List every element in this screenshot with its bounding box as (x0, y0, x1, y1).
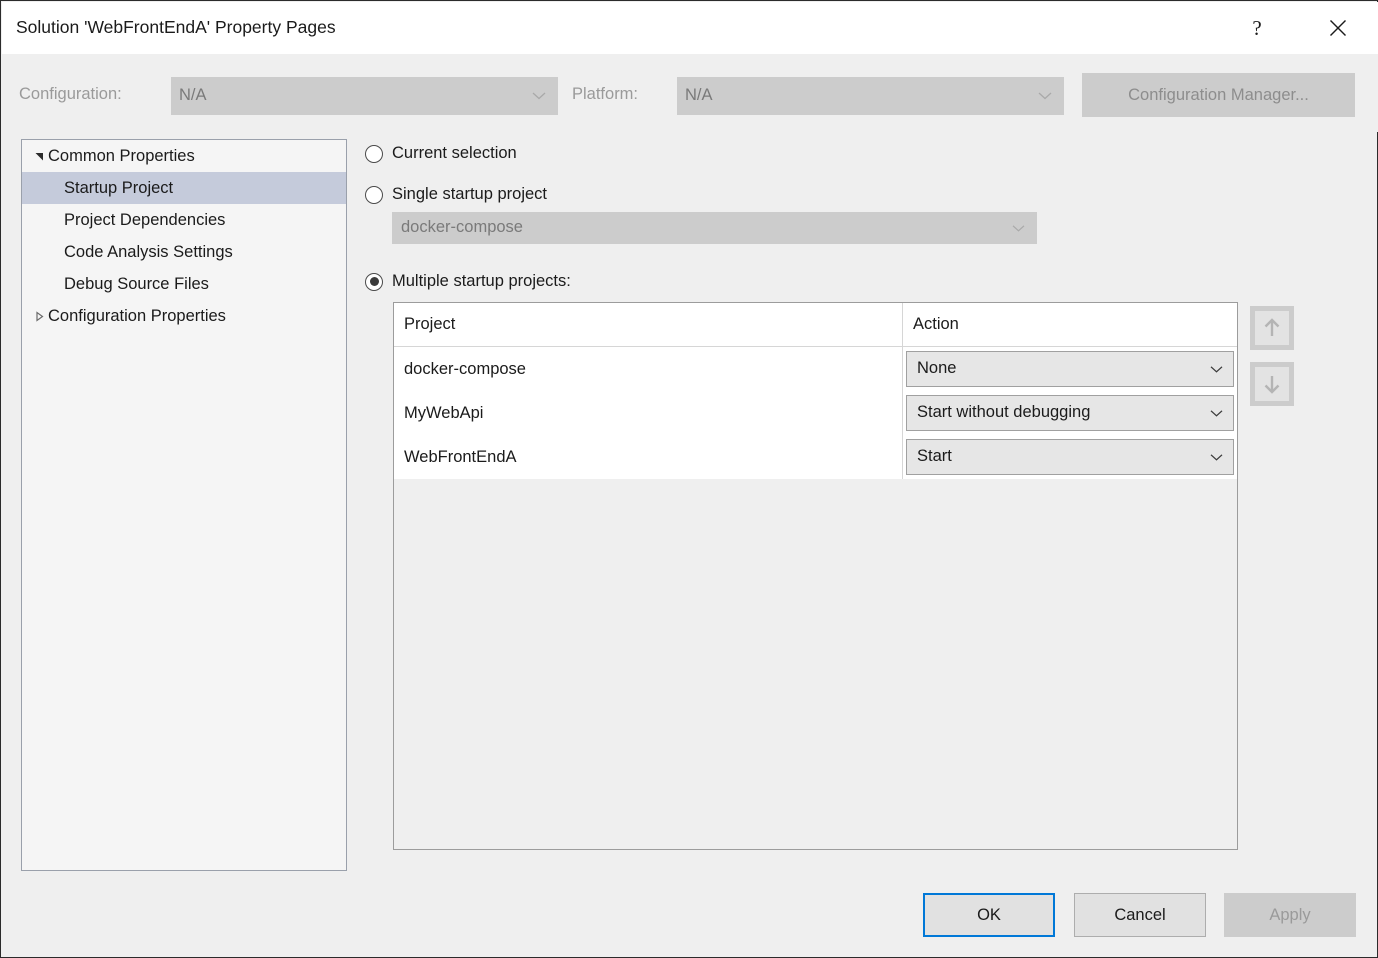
radio-label: Single startup project (392, 185, 547, 204)
property-pages-dialog: Solution 'WebFrontEndA' Property Pages ?… (0, 0, 1378, 958)
move-up-button[interactable] (1250, 306, 1294, 350)
arrow-up-icon (1255, 311, 1289, 345)
action-value: Start (917, 447, 952, 466)
action-combobox-docker-compose[interactable]: None (906, 351, 1234, 387)
table-row[interactable]: WebFrontEndA Start (394, 435, 1237, 479)
table-row[interactable]: docker-compose None (394, 347, 1237, 391)
grid-header-row: Project Action (394, 303, 1237, 347)
arrow-down-icon (1255, 367, 1289, 401)
ok-button[interactable]: OK (923, 893, 1055, 937)
title-bar: Solution 'WebFrontEndA' Property Pages ? (2, 2, 1378, 54)
radio-unchecked-icon (365, 186, 383, 204)
expander-collapsed-icon[interactable] (30, 311, 48, 322)
tree-item-code-analysis-settings[interactable]: Code Analysis Settings (22, 236, 346, 268)
tree-item-label: Startup Project (64, 179, 173, 198)
radio-label: Multiple startup projects: (392, 272, 571, 291)
apply-button[interactable]: Apply (1224, 893, 1356, 937)
action-combobox-webfrontenda[interactable]: Start (906, 439, 1234, 475)
platform-combobox[interactable]: N/A (677, 77, 1064, 115)
radio-label: Current selection (392, 144, 517, 163)
chevron-down-icon (1210, 404, 1223, 423)
expander-expanded-icon[interactable] (30, 151, 48, 162)
cancel-button[interactable]: Cancel (1074, 893, 1206, 937)
question-mark-icon: ? (1252, 18, 1261, 39)
column-header-project[interactable]: Project (394, 303, 903, 346)
platform-label: Platform: (572, 85, 638, 104)
action-combobox-mywebapi[interactable]: Start without debugging (906, 395, 1234, 431)
startup-projects-grid[interactable]: Project Action docker-compose None (393, 302, 1238, 850)
tree-item-label: Code Analysis Settings (64, 243, 233, 262)
radio-multiple-startup-projects[interactable]: Multiple startup projects: (365, 272, 571, 291)
cell-project-name: MyWebApi (394, 391, 903, 435)
tree-item-label: Project Dependencies (64, 211, 225, 230)
configuration-manager-button[interactable]: Configuration Manager... (1082, 73, 1355, 117)
configuration-combobox[interactable]: N/A (171, 77, 558, 115)
chevron-down-icon (1210, 448, 1223, 467)
close-button[interactable] (1313, 3, 1363, 53)
tree-item-common-properties[interactable]: Common Properties (22, 140, 346, 172)
tree-item-configuration-properties[interactable]: Configuration Properties (22, 300, 346, 332)
tree-item-label: Configuration Properties (48, 307, 226, 326)
chevron-down-icon (1012, 219, 1025, 238)
tree-item-label: Debug Source Files (64, 275, 209, 294)
chevron-down-icon (532, 87, 546, 106)
action-value: Start without debugging (917, 403, 1090, 422)
radio-checked-icon (365, 273, 383, 291)
column-header-action[interactable]: Action (903, 303, 1237, 346)
tree-item-startup-project[interactable]: Startup Project (22, 172, 346, 204)
cell-action: Start (903, 435, 1237, 479)
tree-item-project-dependencies[interactable]: Project Dependencies (22, 204, 346, 236)
table-row[interactable]: MyWebApi Start without debugging (394, 391, 1237, 435)
cell-action: Start without debugging (903, 391, 1237, 435)
radio-single-startup-project[interactable]: Single startup project (365, 185, 547, 204)
move-down-button[interactable] (1250, 362, 1294, 406)
configuration-label: Configuration: (19, 85, 122, 104)
window-title: Solution 'WebFrontEndA' Property Pages (16, 17, 336, 38)
single-startup-project-combobox[interactable]: docker-compose (392, 212, 1037, 244)
grid-empty-area (394, 479, 1237, 849)
cell-project-name: docker-compose (394, 347, 903, 391)
cell-project-name: WebFrontEndA (394, 435, 903, 479)
radio-unchecked-icon (365, 145, 383, 163)
help-button[interactable]: ? (1232, 3, 1282, 53)
startup-project-pane: Current selection Single startup project… (347, 132, 1377, 872)
platform-value: N/A (685, 86, 713, 105)
property-pages-tree[interactable]: Common Properties Startup Project Projec… (21, 139, 347, 871)
cell-action: None (903, 347, 1237, 391)
close-icon (1329, 19, 1347, 37)
action-value: None (917, 359, 956, 378)
chevron-down-icon (1038, 87, 1052, 106)
configuration-value: N/A (179, 86, 207, 105)
single-startup-project-value: docker-compose (401, 218, 523, 237)
tree-item-debug-source-files[interactable]: Debug Source Files (22, 268, 346, 300)
radio-current-selection[interactable]: Current selection (365, 144, 517, 163)
chevron-down-icon (1210, 360, 1223, 379)
tree-item-label: Common Properties (48, 147, 195, 166)
